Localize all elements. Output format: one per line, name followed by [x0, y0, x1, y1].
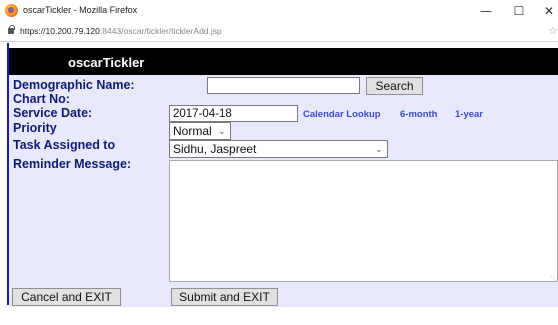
- reminder-message-label: Reminder Message:: [13, 157, 132, 171]
- chevron-down-icon: ⌄: [375, 144, 383, 154]
- service-date-input[interactable]: [169, 105, 298, 122]
- close-button[interactable]: ✕: [538, 2, 558, 20]
- service-date-label: Service Date:: [13, 106, 93, 120]
- address-bar[interactable]: https://10.200.79.120:8443/oscar/tickler…: [0, 22, 558, 42]
- demographic-name-input[interactable]: [207, 77, 360, 94]
- url-text[interactable]: https://10.200.79.120:8443/oscar/tickler…: [20, 26, 222, 36]
- calendar-lookup-link[interactable]: Calendar Lookup: [303, 109, 381, 120]
- resize-grip-icon[interactable]: ⋱: [550, 275, 557, 283]
- chevron-down-icon: ⌄: [218, 126, 226, 136]
- window-titlebar: oscarTickler - Mozilla Firefox — ☐ ✕: [0, 0, 558, 22]
- firefox-icon: [5, 4, 18, 17]
- task-assigned-label: Task Assigned to: [13, 138, 116, 152]
- star-icon[interactable]: ☆: [548, 24, 558, 37]
- search-button[interactable]: Search: [366, 77, 423, 95]
- priority-select[interactable]: Normal ⌄: [169, 122, 231, 140]
- six-month-link[interactable]: 6-month: [400, 109, 437, 120]
- url-host: https://10.200.79.120: [20, 26, 100, 36]
- chart-no-label: Chart No:: [13, 92, 70, 106]
- url-path: :8443/oscar/tickler/ticklerAdd.jsp: [99, 26, 222, 36]
- one-year-link[interactable]: 1-year: [455, 109, 483, 120]
- window-title: oscarTickler - Mozilla Firefox: [23, 5, 138, 15]
- lock-icon: [8, 25, 15, 34]
- page-header: oscarTickler: [9, 48, 558, 75]
- priority-value: Normal: [173, 124, 212, 138]
- page-title: oscarTickler: [68, 55, 145, 70]
- priority-label: Priority: [13, 121, 57, 135]
- minimize-button[interactable]: —: [475, 2, 497, 20]
- reminder-message-textarea[interactable]: [169, 160, 558, 282]
- task-assigned-value: Sidhu, Jaspreet: [173, 142, 257, 156]
- submit-and-exit-button[interactable]: Submit and EXIT: [171, 288, 278, 306]
- demographic-name-label: Demographic Name:: [13, 78, 135, 92]
- cancel-and-exit-button[interactable]: Cancel and EXIT: [12, 288, 121, 306]
- maximize-button[interactable]: ☐: [508, 2, 530, 20]
- task-assigned-select[interactable]: Sidhu, Jaspreet ⌄: [169, 140, 388, 158]
